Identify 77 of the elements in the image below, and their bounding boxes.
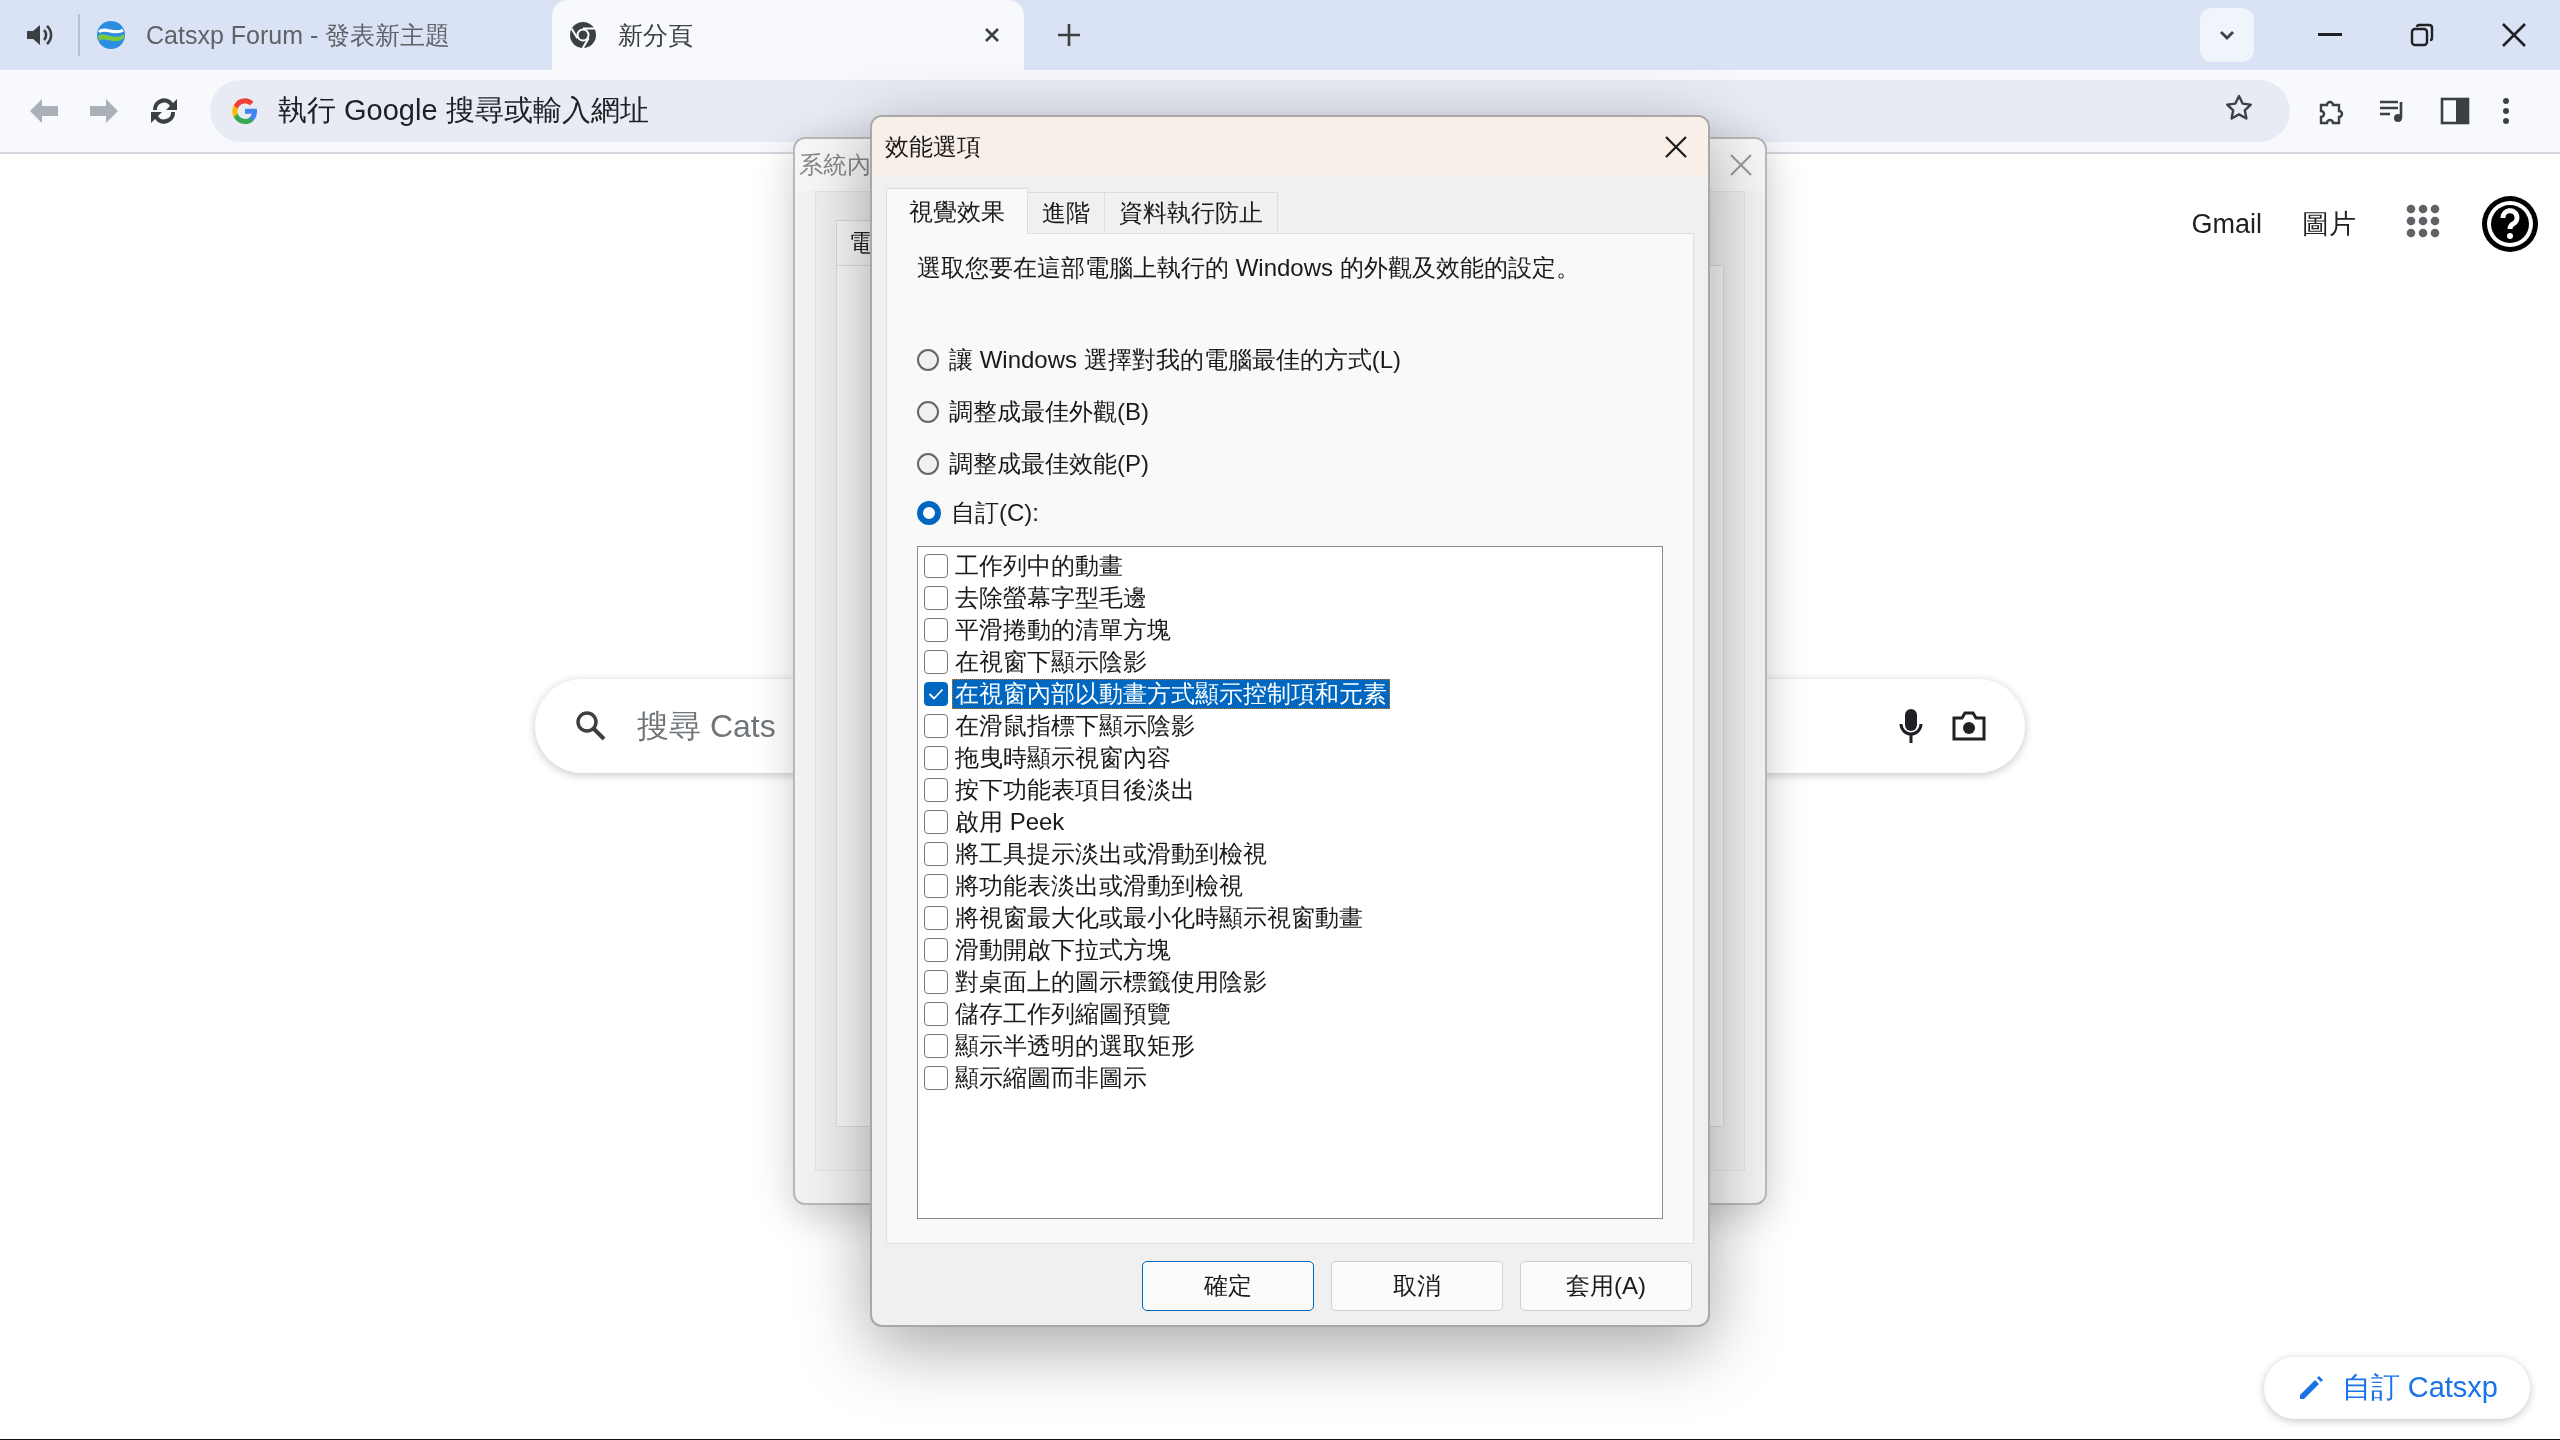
apps-grid-icon[interactable] — [2406, 203, 2440, 238]
header-link[interactable]: Gmail — [2191, 208, 2262, 240]
checkbox[interactable] — [924, 1066, 948, 1090]
camera-icon[interactable] — [1951, 710, 1987, 742]
bookmark-star-icon[interactable] — [2224, 92, 2254, 123]
new-tab-icon[interactable] — [1056, 22, 1082, 48]
search-icon — [575, 710, 607, 742]
list-item[interactable]: 去除螢幕字型毛邊 — [952, 583, 1150, 613]
radio-label: 調整成最佳效能(P) — [949, 449, 1149, 479]
dialog-button[interactable]: 確定 — [1142, 1261, 1314, 1311]
checkbox[interactable] — [924, 746, 948, 770]
list-item[interactable]: 在滑鼠指標下顯示陰影 — [952, 711, 1198, 741]
checkbox[interactable] — [924, 970, 948, 994]
list-item[interactable]: 對桌面上的圖示標籤使用陰影 — [952, 967, 1270, 997]
close-icon[interactable] — [1664, 135, 1688, 159]
dialog-tab[interactable]: 視覺效果 — [886, 188, 1028, 234]
google-icon — [230, 96, 260, 126]
menu-icon[interactable] — [2501, 95, 2511, 127]
dialog-tab[interactable]: 資料執行防止 — [1104, 192, 1278, 233]
microphone-icon[interactable] — [1899, 708, 1923, 744]
checkbox[interactable] — [924, 842, 948, 866]
radio-button[interactable] — [917, 349, 939, 371]
radio-label: 調整成最佳外觀(B) — [949, 397, 1149, 427]
forward-icon — [88, 97, 120, 125]
list-item[interactable]: 在視窗內部以動畫方式顯示控制項和元素 — [952, 679, 1390, 709]
checkbox[interactable] — [924, 682, 948, 706]
description-text: 選取您要在這部電腦上執行的 Windows 的外觀及效能的設定。 — [917, 253, 1581, 283]
side-panel-icon[interactable] — [2439, 95, 2471, 127]
list-item[interactable]: 滑動開啟下拉式方塊 — [952, 935, 1174, 965]
list-item[interactable]: 儲存工作列縮圖預覽 — [952, 999, 1174, 1029]
radio-label: 自訂(C): — [951, 498, 1039, 528]
search-field[interactable]: 搜尋 Cats — [635, 706, 839, 746]
window-title: 系統內 — [799, 150, 871, 180]
browser-tab[interactable]: 新分頁 — [552, 0, 1024, 70]
list-item[interactable]: 將功能表淡出或滑動到檢視 — [952, 871, 1246, 901]
checkbox[interactable] — [924, 618, 948, 642]
dialog-button[interactable]: 取消 — [1331, 1261, 1503, 1311]
customize-button[interactable]: 自訂 Catsxp — [2263, 1357, 2530, 1419]
list-item[interactable]: 啟用 Peek — [952, 807, 1068, 837]
pencil-icon — [2297, 1375, 2324, 1401]
back-icon — [28, 97, 60, 125]
minimize-icon — [2318, 33, 2342, 37]
radio-label: 讓 Windows 選擇對我的電腦最佳的方式(L) — [949, 345, 1402, 375]
checkmark-icon — [928, 688, 944, 700]
restore-icon — [2410, 23, 2434, 47]
list-item[interactable]: 拖曳時顯示視窗內容 — [952, 743, 1174, 773]
list-item[interactable]: 在視窗下顯示陰影 — [952, 647, 1150, 677]
radio-button[interactable] — [917, 453, 939, 475]
help-icon[interactable] — [2480, 194, 2540, 254]
checkbox[interactable] — [924, 554, 948, 578]
list-item[interactable]: 顯示半透明的選取矩形 — [952, 1031, 1198, 1061]
list-item[interactable]: 平滑捲動的清單方塊 — [952, 615, 1174, 645]
list-item[interactable]: 顯示縮圖而非圖示 — [952, 1063, 1150, 1093]
list-item[interactable]: 工作列中的動畫 — [952, 551, 1126, 581]
header-link[interactable]: 圖片 — [2302, 206, 2356, 242]
checkbox[interactable] — [924, 810, 948, 834]
checkbox[interactable] — [924, 906, 948, 930]
chevron-down-icon — [2217, 28, 2237, 42]
checkbox[interactable] — [924, 874, 948, 898]
close-icon — [2501, 22, 2527, 48]
checkbox[interactable] — [924, 714, 948, 738]
radio-button[interactable] — [917, 401, 939, 423]
list-item[interactable]: 將視窗最大化或最小化時顯示視窗動畫 — [952, 903, 1366, 933]
checkbox[interactable] — [924, 1002, 948, 1026]
speaker-icon[interactable] — [25, 22, 53, 48]
checkbox[interactable] — [924, 938, 948, 962]
list-item[interactable]: 將工具提示淡出或滑動到檢視 — [952, 839, 1270, 869]
chrome-icon — [568, 20, 598, 50]
dialog-button[interactable]: 套用(A) — [1520, 1261, 1692, 1311]
list-item[interactable]: 按下功能表項目後淡出 — [952, 775, 1198, 805]
checkbox[interactable] — [924, 586, 948, 610]
radio-button[interactable] — [917, 501, 941, 525]
checkbox[interactable] — [924, 778, 948, 802]
checkbox[interactable] — [924, 1034, 948, 1058]
tab-logo-icon — [96, 20, 126, 50]
browser-tab[interactable]: Catsxp Forum - 發表新主題 — [80, 0, 552, 70]
checkbox[interactable] — [924, 650, 948, 674]
